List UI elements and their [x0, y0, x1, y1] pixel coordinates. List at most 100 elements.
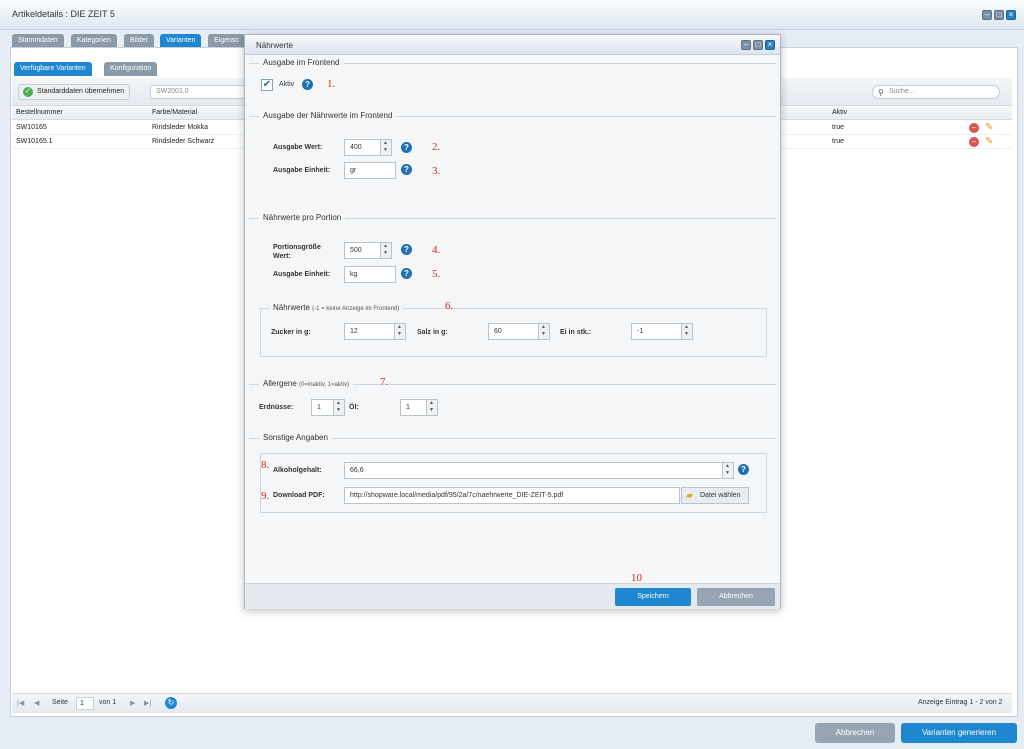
spinner-icon[interactable] — [538, 324, 549, 339]
choose-file-label: Datei wählen — [700, 492, 741, 499]
prev-page-icon[interactable]: ◀ — [34, 699, 39, 707]
maximize-icon[interactable]: □ — [994, 10, 1004, 20]
subtab-available-variants[interactable]: Verfügbare Varianten — [14, 62, 92, 76]
pdf-label: Download PDF: — [273, 492, 325, 499]
delete-icon[interactable]: – — [969, 123, 979, 133]
marker-7: 7. — [380, 376, 389, 388]
portion-unit-label: Ausgabe Einheit: — [273, 271, 331, 278]
spinner-icon[interactable] — [426, 400, 437, 415]
edit-icon[interactable]: ✎ — [985, 136, 993, 147]
portion-size-label-2: Wert: — [273, 253, 291, 260]
tab-eigenschaften[interactable]: Eigensc — [208, 34, 245, 47]
peanuts-label: Erdnüsse: — [259, 404, 294, 411]
window-title: Artikeldetails : DIE ZEIT 5 — [12, 9, 115, 19]
aktiv-label: Aktiv — [279, 81, 295, 88]
choose-file-button[interactable]: ▰ Datei wählen — [681, 487, 749, 504]
output-unit-field[interactable]: gr — [344, 162, 396, 179]
column-header-material[interactable]: Farbe/Material — [152, 109, 197, 116]
alcohol-stepper[interactable]: 66,6 — [344, 462, 734, 479]
aktiv-checkbox[interactable]: ✔ — [261, 79, 273, 91]
spinner-icon[interactable] — [333, 400, 344, 415]
help-icon[interactable]: ? — [738, 464, 749, 475]
spinner-icon[interactable] — [394, 324, 405, 339]
help-icon[interactable]: ? — [401, 244, 412, 255]
tab-varianten[interactable]: Varianten — [160, 34, 202, 47]
peanuts-stepper[interactable]: 1 — [311, 399, 345, 416]
folder-icon: ▰ — [686, 490, 693, 500]
marker-1: 1. — [327, 78, 336, 90]
portion-size-label: Portionsgröße — [273, 244, 321, 251]
edit-icon[interactable]: ✎ — [985, 122, 993, 133]
minimize-icon[interactable]: – — [982, 10, 992, 20]
spinner-icon[interactable] — [681, 324, 692, 339]
search-input[interactable]: ⚲ Suche... — [872, 85, 1000, 99]
marker-6: 6. — [445, 300, 454, 312]
tab-bilder[interactable]: Bilder — [124, 34, 154, 47]
oil-value: 1 — [406, 404, 410, 411]
portion-size-stepper[interactable]: 500 — [344, 242, 392, 259]
egg-label: Ei in stk.: — [560, 329, 592, 336]
dialog-title: Nährwerte — [256, 41, 293, 50]
close-icon[interactable]: × — [765, 40, 775, 50]
salt-label: Salz in g: — [417, 329, 448, 336]
output-unit-label: Ausgabe Einheit: — [273, 167, 331, 174]
output-value: 400 — [350, 144, 362, 151]
pdf-url-field[interactable]: http://shopware.local/media/pdf/95/2a/7c… — [344, 487, 680, 504]
column-header-active[interactable]: Aktiv — [832, 109, 847, 116]
save-button[interactable]: Speichern — [615, 588, 691, 606]
help-icon[interactable]: ? — [401, 268, 412, 279]
search-icon: ⚲ — [878, 88, 884, 97]
section-legend: Ausgabe der Nährwerte im Frontend — [259, 111, 397, 120]
section-legend: Allergene (0=inaktiv, 1=aktiv) — [259, 379, 353, 388]
alcohol-label: Alkoholgehalt: — [273, 467, 322, 474]
delete-icon[interactable]: – — [969, 137, 979, 147]
maximize-icon[interactable]: □ — [753, 40, 763, 50]
tab-stammdaten[interactable]: Stammdaten — [12, 34, 64, 47]
next-page-icon[interactable]: ▶ — [130, 699, 135, 707]
portion-unit-field[interactable]: kg — [344, 266, 396, 283]
row-number: SW10165.1 — [16, 138, 53, 145]
tab-kategorien[interactable]: Kategorien — [71, 34, 117, 47]
spinner-icon[interactable] — [722, 463, 733, 478]
marker-8: 8. — [261, 459, 270, 471]
window-footer: Abbrechen Varianten generieren — [0, 717, 1024, 749]
sugar-stepper[interactable]: 12 — [344, 323, 406, 340]
help-icon[interactable]: ? — [401, 142, 412, 153]
marker-5: 5. — [432, 268, 441, 280]
allergens-legend-note: (0=inaktiv, 1=aktiv) — [299, 382, 349, 388]
dialog-cancel-button[interactable]: Abbrechen — [697, 588, 775, 606]
section-legend: Ausgabe im Frontend — [259, 58, 344, 67]
check-circle-icon: ✓ — [23, 87, 33, 97]
egg-stepper[interactable]: -1 — [631, 323, 693, 340]
subtab-configuration[interactable]: Konfiguration — [104, 62, 158, 76]
output-value-stepper[interactable]: 400 — [344, 139, 392, 156]
last-page-icon[interactable]: ▶| — [144, 699, 151, 707]
spinner-icon[interactable] — [380, 243, 391, 258]
row-material: Rindsleder Mokka — [152, 124, 209, 131]
close-icon[interactable]: × — [1006, 10, 1016, 20]
marker-2: 2. — [432, 141, 441, 153]
generate-variants-button[interactable]: Varianten generieren — [901, 723, 1017, 743]
oil-stepper[interactable]: 1 — [400, 399, 438, 416]
apply-standard-data-label: Standarddaten übernehmen — [37, 88, 125, 95]
help-icon[interactable]: ? — [401, 164, 412, 175]
refresh-icon[interactable]: ↻ — [165, 697, 177, 709]
apply-standard-data-button[interactable]: ✓ Standarddaten übernehmen — [18, 84, 131, 100]
help-icon[interactable]: ? — [302, 79, 313, 90]
page-number-input[interactable]: 1 — [76, 697, 94, 710]
section-legend: Nährwerte pro Portion — [259, 213, 346, 222]
minimize-icon[interactable]: – — [741, 40, 751, 50]
nutrition-legend-note: (-1 = keine Anzeige im Frontend) — [312, 306, 400, 312]
cancel-button[interactable]: Abbrechen — [815, 723, 895, 743]
nutrition-dialog: Nährwerte – □ × Ausgabe im Frontend ✔ Ak… — [244, 34, 781, 609]
salt-stepper[interactable]: 60 — [488, 323, 550, 340]
column-header-number[interactable]: Bestellnummer — [16, 109, 63, 116]
salt-value: 60 — [494, 328, 502, 335]
search-placeholder: Suche... — [889, 88, 915, 95]
first-page-icon[interactable]: |◀ — [17, 699, 24, 707]
sugar-label: Zucker in g: — [271, 329, 311, 336]
spinner-icon[interactable] — [380, 140, 391, 155]
marker-9: 9. — [261, 490, 270, 502]
nutrition-legend-text: Nährwerte — [273, 303, 310, 312]
sugar-value: 12 — [350, 328, 358, 335]
